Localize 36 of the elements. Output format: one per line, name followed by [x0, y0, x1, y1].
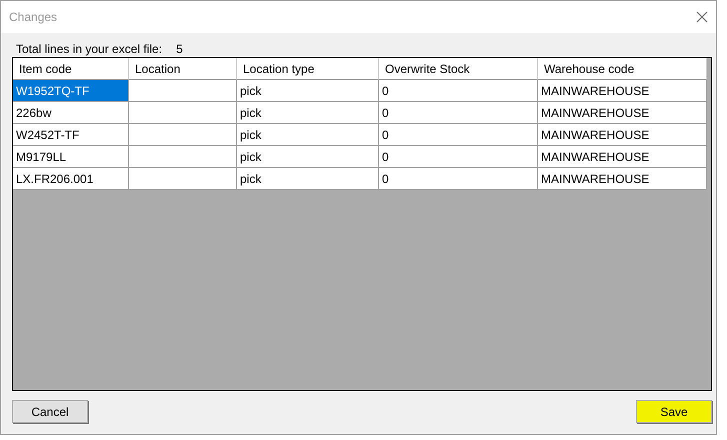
table-cell[interactable] [129, 80, 237, 102]
table-cell[interactable]: pick [237, 102, 379, 124]
table-cell[interactable]: W1952TQ-TF [13, 80, 129, 102]
table-cell[interactable]: 0 [379, 102, 538, 124]
column-header[interactable]: Overwrite Stock [379, 58, 538, 80]
table-cell[interactable]: MAINWAREHOUSE [538, 80, 707, 102]
column-header[interactable]: Item code [13, 58, 129, 80]
table-cell[interactable]: M9179LL [13, 146, 129, 168]
table-cell[interactable]: MAINWAREHOUSE [538, 146, 707, 168]
column-header[interactable]: Location type [237, 58, 379, 80]
table-cell[interactable]: pick [237, 168, 379, 190]
table-cell[interactable] [129, 124, 237, 146]
table-cell[interactable]: LX.FR206.001 [13, 168, 129, 190]
save-button[interactable]: Save [636, 400, 712, 423]
table-cell[interactable]: 0 [379, 146, 538, 168]
table-cell[interactable]: pick [237, 80, 379, 102]
table-cell[interactable] [129, 102, 237, 124]
table-cell[interactable]: MAINWAREHOUSE [538, 168, 707, 190]
close-icon[interactable] [696, 11, 708, 23]
table-cell[interactable]: 0 [379, 124, 538, 146]
column-header[interactable]: Location [129, 58, 237, 80]
table-cell[interactable] [129, 146, 237, 168]
column-header[interactable]: Warehouse code [538, 58, 707, 80]
table-cell[interactable] [129, 168, 237, 190]
table-cell[interactable]: pick [237, 146, 379, 168]
table-cell[interactable]: 226bw [13, 102, 129, 124]
table-cell[interactable]: MAINWAREHOUSE [538, 124, 707, 146]
cancel-button[interactable]: Cancel [12, 400, 88, 423]
summary-value: 5 [176, 42, 183, 56]
table-cell[interactable]: W2452T-TF [13, 124, 129, 146]
summary-label: Total lines in your excel file: [16, 42, 162, 56]
window-title: Changes [9, 10, 58, 24]
table-cell[interactable]: 0 [379, 80, 538, 102]
table-cell[interactable]: pick [237, 124, 379, 146]
table-cell[interactable]: MAINWAREHOUSE [538, 102, 707, 124]
table-cell[interactable]: 0 [379, 168, 538, 190]
